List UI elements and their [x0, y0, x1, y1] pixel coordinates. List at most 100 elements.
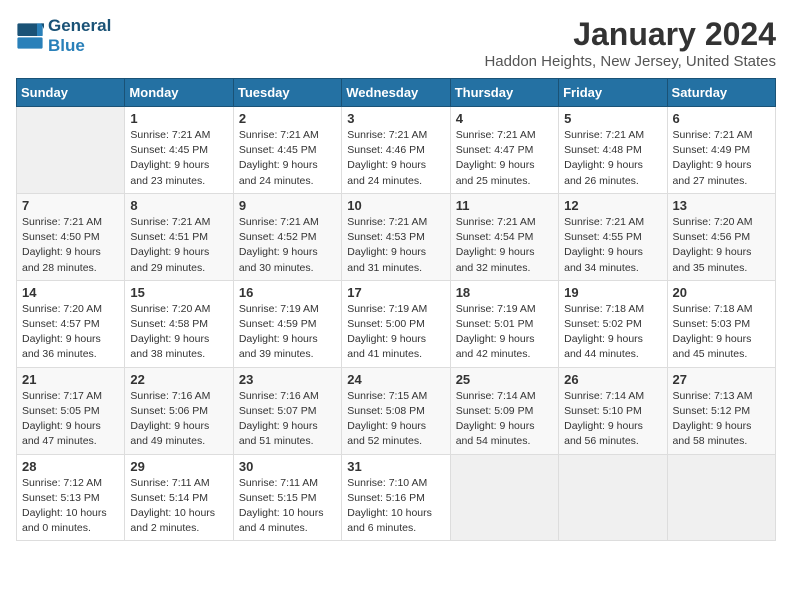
day-number: 17: [347, 285, 444, 300]
day-number: 9: [239, 198, 336, 213]
calendar-cell: 16Sunrise: 7:19 AMSunset: 4:59 PMDayligh…: [233, 280, 341, 367]
day-info: Sunrise: 7:21 AMSunset: 4:54 PMDaylight:…: [456, 215, 553, 276]
day-number: 14: [22, 285, 119, 300]
day-info: Sunrise: 7:16 AMSunset: 5:07 PMDaylight:…: [239, 389, 336, 450]
day-info: Sunrise: 7:21 AMSunset: 4:51 PMDaylight:…: [130, 215, 227, 276]
day-number: 5: [564, 111, 661, 126]
calendar-week-row: 1 Sunrise: 7:21 AMSunset: 4:45 PMDaylight…: [17, 107, 776, 194]
day-info: Sunrise: 7:18 AMSunset: 5:02 PMDaylight:…: [564, 302, 661, 363]
calendar-cell: 25 Sunrise: 7:14 AMSunset: 5:09 PMDayligh…: [450, 367, 558, 454]
calendar-cell: 14 Sunrise: 7:20 AMSunset: 4:57 PMDayligh…: [17, 280, 125, 367]
calendar-cell: 19 Sunrise: 7:18 AMSunset: 5:02 PMDayligh…: [559, 280, 667, 367]
day-info: Sunrise: 7:21 AMSunset: 4:45 PMDaylight:…: [239, 128, 336, 189]
day-number: 13: [673, 198, 770, 213]
page-header: General Blue January 2024 Haddon Heights…: [16, 16, 776, 70]
day-number: 8: [130, 198, 227, 213]
day-number: 15: [130, 285, 227, 300]
day-info: Sunrise: 7:21 AMSunset: 4:49 PMDaylight:…: [673, 128, 770, 189]
calendar-cell: 1 Sunrise: 7:21 AMSunset: 4:45 PMDaylight…: [125, 107, 233, 194]
header-friday: Friday: [559, 79, 667, 107]
location-title: Haddon Heights, New Jersey, United State…: [484, 53, 776, 70]
calendar-cell: 7 Sunrise: 7:21 AMSunset: 4:50 PMDaylight…: [17, 193, 125, 280]
calendar-cell: 10 Sunrise: 7:21 AMSunset: 4:53 PMDayligh…: [342, 193, 450, 280]
calendar-cell: 13 Sunrise: 7:20 AMSunset: 4:56 PMDayligh…: [667, 193, 775, 280]
calendar-cell: 4Sunrise: 7:21 AMSunset: 4:47 PMDaylight…: [450, 107, 558, 194]
day-info: Sunrise: 7:19 AMSunset: 5:00 PMDaylight:…: [347, 302, 444, 363]
calendar-cell: 31Sunrise: 7:10 AMSunset: 5:16 PMDayligh…: [342, 454, 450, 541]
day-info: Sunrise: 7:17 AMSunset: 5:05 PMDaylight:…: [22, 389, 119, 450]
day-number: 23: [239, 372, 336, 387]
calendar-cell: 3Sunrise: 7:21 AMSunset: 4:46 PMDaylight…: [342, 107, 450, 194]
day-info: Sunrise: 7:21 AMSunset: 4:55 PMDaylight:…: [564, 215, 661, 276]
calendar-cell: 15 Sunrise: 7:20 AMSunset: 4:58 PMDayligh…: [125, 280, 233, 367]
day-info: Sunrise: 7:14 AMSunset: 5:09 PMDaylight:…: [456, 389, 553, 450]
day-number: 27: [673, 372, 770, 387]
day-number: 26: [564, 372, 661, 387]
calendar-cell: 20 Sunrise: 7:18 AMSunset: 5:03 PMDayligh…: [667, 280, 775, 367]
day-info: Sunrise: 7:18 AMSunset: 5:03 PMDaylight:…: [673, 302, 770, 363]
header-monday: Monday: [125, 79, 233, 107]
day-number: 29: [130, 459, 227, 474]
logo-icon: [16, 22, 44, 50]
day-info: Sunrise: 7:19 AMSunset: 5:01 PMDaylight:…: [456, 302, 553, 363]
day-info: Sunrise: 7:21 AMSunset: 4:48 PMDaylight:…: [564, 128, 661, 189]
calendar-cell: 18Sunrise: 7:19 AMSunset: 5:01 PMDayligh…: [450, 280, 558, 367]
day-info: Sunrise: 7:21 AMSunset: 4:50 PMDaylight:…: [22, 215, 119, 276]
calendar-header-row: SundayMondayTuesdayWednesdayThursdayFrid…: [17, 79, 776, 107]
calendar-cell: [450, 454, 558, 541]
day-number: 11: [456, 198, 553, 213]
day-info: Sunrise: 7:14 AMSunset: 5:10 PMDaylight:…: [564, 389, 661, 450]
calendar-cell: 6 Sunrise: 7:21 AMSunset: 4:49 PMDaylight…: [667, 107, 775, 194]
day-info: Sunrise: 7:15 AMSunset: 5:08 PMDaylight:…: [347, 389, 444, 450]
calendar-cell: 23 Sunrise: 7:16 AMSunset: 5:07 PMDayligh…: [233, 367, 341, 454]
day-info: Sunrise: 7:20 AMSunset: 4:56 PMDaylight:…: [673, 215, 770, 276]
day-number: 20: [673, 285, 770, 300]
day-number: 10: [347, 198, 444, 213]
calendar-cell: 30 Sunrise: 7:11 AMSunset: 5:15 PMDayligh…: [233, 454, 341, 541]
calendar-cell: 21 Sunrise: 7:17 AMSunset: 5:05 PMDayligh…: [17, 367, 125, 454]
calendar-cell: [559, 454, 667, 541]
logo: General Blue: [16, 16, 111, 57]
calendar-cell: 9 Sunrise: 7:21 AMSunset: 4:52 PMDaylight…: [233, 193, 341, 280]
day-number: 28: [22, 459, 119, 474]
header-tuesday: Tuesday: [233, 79, 341, 107]
calendar-week-row: 14 Sunrise: 7:20 AMSunset: 4:57 PMDayligh…: [17, 280, 776, 367]
day-number: 12: [564, 198, 661, 213]
calendar-cell: 24Sunrise: 7:15 AMSunset: 5:08 PMDayligh…: [342, 367, 450, 454]
header-saturday: Saturday: [667, 79, 775, 107]
day-info: Sunrise: 7:21 AMSunset: 4:46 PMDaylight:…: [347, 128, 444, 189]
day-number: 2: [239, 111, 336, 126]
day-number: 25: [456, 372, 553, 387]
day-number: 6: [673, 111, 770, 126]
calendar-cell: 8 Sunrise: 7:21 AMSunset: 4:51 PMDaylight…: [125, 193, 233, 280]
day-number: 21: [22, 372, 119, 387]
day-info: Sunrise: 7:21 AMSunset: 4:53 PMDaylight:…: [347, 215, 444, 276]
day-number: 30: [239, 459, 336, 474]
day-info: Sunrise: 7:11 AMSunset: 5:15 PMDaylight:…: [239, 476, 336, 537]
calendar-cell: 5 Sunrise: 7:21 AMSunset: 4:48 PMDaylight…: [559, 107, 667, 194]
day-number: 1: [130, 111, 227, 126]
day-number: 4: [456, 111, 553, 126]
calendar-cell: 26 Sunrise: 7:14 AMSunset: 5:10 PMDayligh…: [559, 367, 667, 454]
calendar-cell: 27Sunrise: 7:13 AMSunset: 5:12 PMDayligh…: [667, 367, 775, 454]
calendar-week-row: 21 Sunrise: 7:17 AMSunset: 5:05 PMDayligh…: [17, 367, 776, 454]
day-info: Sunrise: 7:21 AMSunset: 4:45 PMDaylight:…: [130, 128, 227, 189]
day-number: 19: [564, 285, 661, 300]
day-info: Sunrise: 7:11 AMSunset: 5:14 PMDaylight:…: [130, 476, 227, 537]
logo-text-general: General: [48, 16, 111, 36]
month-title: January 2024: [484, 16, 776, 53]
calendar-cell: 29 Sunrise: 7:11 AMSunset: 5:14 PMDayligh…: [125, 454, 233, 541]
calendar-week-row: 28Sunrise: 7:12 AMSunset: 5:13 PMDayligh…: [17, 454, 776, 541]
title-area: January 2024 Haddon Heights, New Jersey,…: [484, 16, 776, 70]
day-info: Sunrise: 7:20 AMSunset: 4:58 PMDaylight:…: [130, 302, 227, 363]
calendar-week-row: 7 Sunrise: 7:21 AMSunset: 4:50 PMDaylight…: [17, 193, 776, 280]
calendar-cell: 2 Sunrise: 7:21 AMSunset: 4:45 PMDaylight…: [233, 107, 341, 194]
day-number: 7: [22, 198, 119, 213]
logo-text-blue: Blue: [48, 36, 111, 56]
day-info: Sunrise: 7:20 AMSunset: 4:57 PMDaylight:…: [22, 302, 119, 363]
calendar-cell: [17, 107, 125, 194]
calendar-cell: 11 Sunrise: 7:21 AMSunset: 4:54 PMDayligh…: [450, 193, 558, 280]
day-number: 31: [347, 459, 444, 474]
day-info: Sunrise: 7:21 AMSunset: 4:52 PMDaylight:…: [239, 215, 336, 276]
day-info: Sunrise: 7:19 AMSunset: 4:59 PMDaylight:…: [239, 302, 336, 363]
